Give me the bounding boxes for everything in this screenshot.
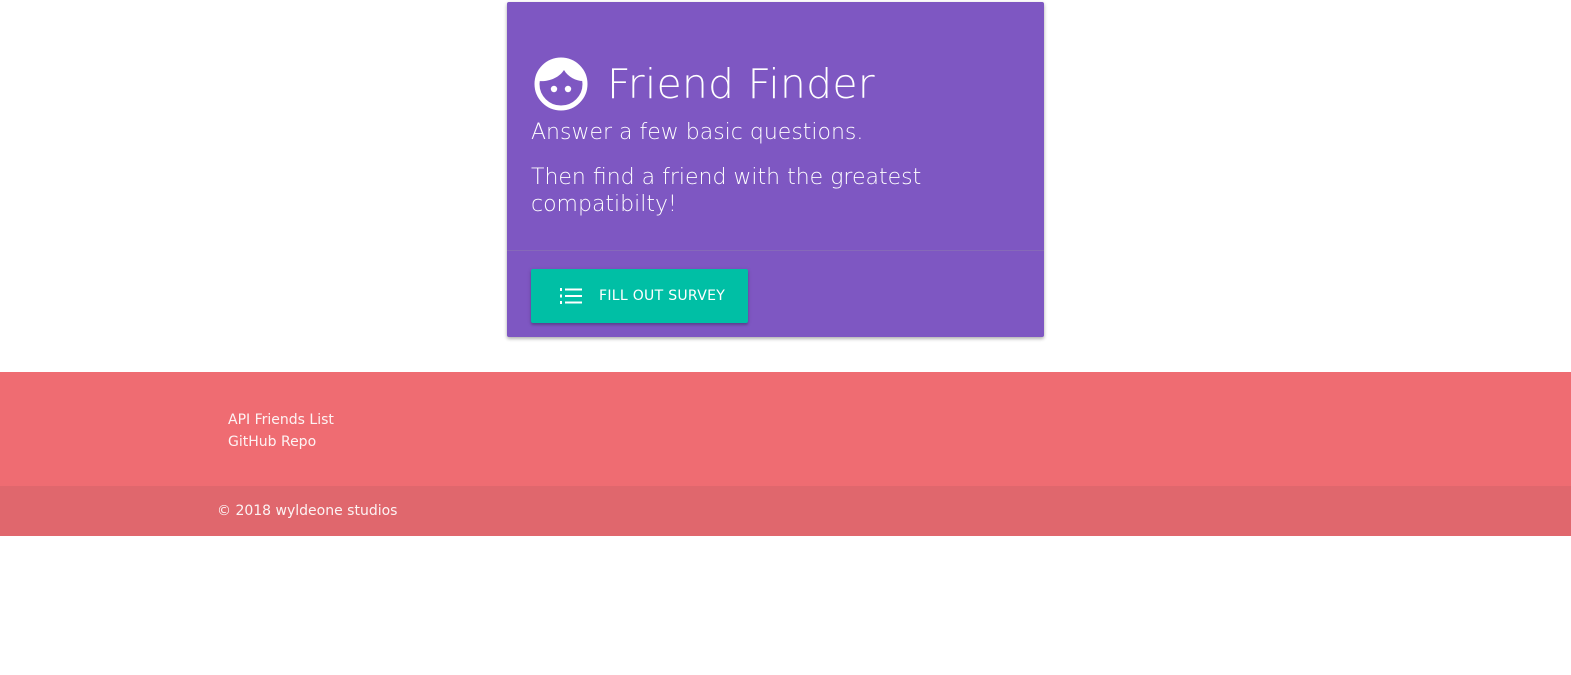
intro-card: Friend Finder Answer a few basic questio… [507, 2, 1044, 337]
card-action: FILL OUT SURVEY [507, 250, 1044, 337]
card-content: Friend Finder Answer a few basic questio… [507, 2, 1044, 250]
card-title: Friend Finder [607, 60, 875, 108]
page: Friend Finder Answer a few basic questio… [0, 0, 1571, 675]
format-list-numbered-icon [560, 288, 582, 304]
footer-copyright-bar: © 2018 wyldeone studios [0, 486, 1571, 536]
footer-link-item: API Friends List [228, 409, 334, 431]
face-icon [534, 57, 588, 111]
fill-out-survey-label: FILL OUT SURVEY [599, 288, 726, 304]
page-footer: API Friends List GitHub Repo © 2018 wyld… [0, 372, 1571, 536]
fill-out-survey-button[interactable]: FILL OUT SURVEY [531, 269, 748, 323]
footer-links: API Friends List GitHub Repo [228, 409, 334, 453]
tagline-text: Answer a few basic questions. [531, 120, 864, 145]
card-title-row: Friend Finder [534, 54, 875, 114]
footer-link-item: GitHub Repo [228, 431, 334, 453]
api-friends-list-link[interactable]: API Friends List [228, 412, 334, 428]
copyright-text: © 2018 wyldeone studios [217, 503, 398, 519]
tagline-subtext: Then find a friend with the greatest com… [531, 165, 922, 217]
github-repo-link[interactable]: GitHub Repo [228, 434, 316, 450]
